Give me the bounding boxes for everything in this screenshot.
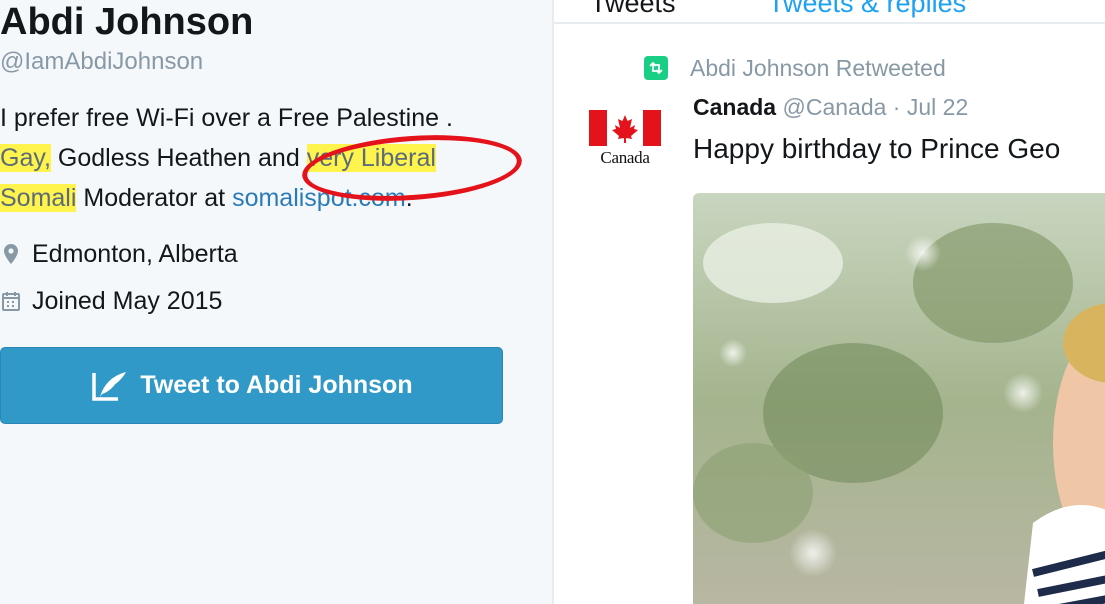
tweet-photo[interactable] bbox=[693, 193, 1105, 604]
canada-flag-icon bbox=[589, 110, 661, 146]
profile-sidebar: Abdi Johnson @IamAbdiJohnson I prefer fr… bbox=[0, 0, 552, 604]
profile-location: Edmonton, Alberta bbox=[0, 239, 238, 269]
tweet-text: Happy birthday to Prince Geo bbox=[693, 133, 1061, 164]
tweet-to-button[interactable]: Tweet to Abdi Johnson bbox=[0, 347, 503, 424]
tweet-to-label: Tweet to Abdi Johnson bbox=[140, 371, 413, 399]
timeline: Tweets Tweets & replies Abdi Johnson Ret… bbox=[554, 0, 1105, 604]
bio-text: Moderator at bbox=[76, 184, 233, 212]
avatar-wordmark: Canada bbox=[600, 148, 650, 167]
bio-text: Godless Heathen and bbox=[50, 144, 307, 172]
tabs-border bbox=[554, 22, 1105, 24]
bio-highlight: Gay, bbox=[0, 144, 51, 172]
timeline-tabs: Tweets Tweets & replies bbox=[554, 0, 1105, 24]
retweet-context[interactable]: Abdi Johnson Retweeted bbox=[644, 54, 946, 82]
joined-text: Joined May 2015 bbox=[32, 287, 223, 315]
tweet-date[interactable]: Jul 22 bbox=[907, 94, 968, 120]
bio-text: I prefer free Wi-Fi over a Free Palestin… bbox=[0, 104, 453, 132]
tab-tweets[interactable]: Tweets bbox=[590, 0, 676, 19]
location-text: Edmonton, Alberta bbox=[32, 240, 238, 268]
avatar[interactable]: Canada bbox=[588, 110, 662, 180]
profile-handle[interactable]: @IamAbdiJohnson bbox=[0, 48, 203, 76]
photo-image bbox=[693, 193, 1105, 604]
profile-name[interactable]: Abdi Johnson bbox=[0, 0, 253, 44]
compose-quill-icon bbox=[90, 369, 140, 403]
bio-highlight: Somali bbox=[0, 184, 77, 212]
tweet-header: Canada @Canada · Jul 22 bbox=[693, 94, 968, 121]
calendar-icon bbox=[0, 290, 22, 312]
tweet-author-name[interactable]: Canada bbox=[693, 94, 776, 120]
retweet-icon bbox=[644, 56, 668, 80]
tweet-author-handle[interactable]: @Canada bbox=[782, 94, 886, 120]
retweet-text: Abdi Johnson Retweeted bbox=[690, 54, 946, 81]
tweet-separator: · bbox=[892, 94, 901, 120]
tab-tweets-and-replies[interactable]: Tweets & replies bbox=[768, 0, 966, 19]
profile-joined: Joined May 2015 bbox=[0, 286, 222, 316]
map-pin-icon bbox=[0, 243, 22, 265]
